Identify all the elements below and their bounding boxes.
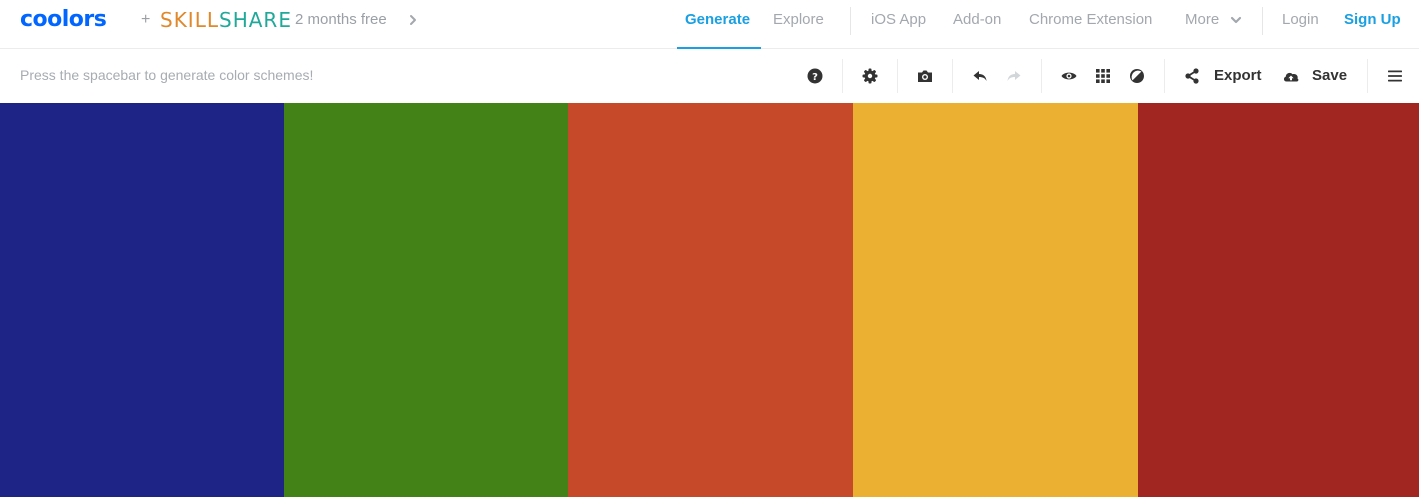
nav-explore[interactable]: Explore: [773, 11, 824, 29]
svg-text:?: ?: [812, 72, 818, 83]
eye-icon[interactable]: [1060, 67, 1078, 85]
share-icon[interactable]: [1183, 67, 1201, 85]
nav-ios-app[interactable]: iOS App: [871, 11, 926, 29]
color-swatch[interactable]: [0, 103, 284, 497]
help-icon[interactable]: ?: [806, 67, 824, 85]
export-button[interactable]: Export: [1214, 67, 1262, 85]
menu-icon[interactable]: [1386, 67, 1404, 85]
top-navigation: coolors + SKILLSHARE 2 months free Gener…: [0, 0, 1419, 49]
coolors-logo[interactable]: coolors: [20, 8, 107, 32]
contrast-icon[interactable]: [1128, 67, 1146, 85]
nav-divider: [1262, 7, 1263, 35]
camera-icon[interactable]: [916, 67, 934, 85]
grid-icon[interactable]: [1094, 67, 1112, 85]
nav-more[interactable]: More: [1185, 11, 1219, 29]
toolbar-divider: [897, 59, 898, 93]
toolbar-divider: [952, 59, 953, 93]
skillshare-logo-part1: SKILL: [160, 8, 219, 32]
promo-link[interactable]: 2 months free: [295, 11, 387, 29]
toolbar-divider: [842, 59, 843, 93]
redo-icon[interactable]: [1005, 67, 1023, 85]
color-swatch[interactable]: [1138, 103, 1419, 497]
undo-icon[interactable]: [971, 67, 989, 85]
nav-chrome-extension[interactable]: Chrome Extension: [1029, 11, 1152, 29]
plus-sign: +: [141, 11, 151, 28]
cloud-upload-icon[interactable]: [1282, 67, 1300, 85]
toolbar-divider: [1367, 59, 1368, 93]
nav-login[interactable]: Login: [1282, 11, 1319, 29]
color-swatch[interactable]: [853, 103, 1138, 497]
settings-icon[interactable]: [861, 67, 879, 85]
nav-generate[interactable]: Generate: [685, 11, 750, 29]
nav-addon[interactable]: Add-on: [953, 11, 1001, 29]
toolbar-divider: [1041, 59, 1042, 93]
nav-divider: [850, 7, 851, 35]
color-palette: [0, 103, 1419, 497]
skillshare-logo-part2: SHARE: [219, 8, 292, 32]
chevron-down-icon: [1230, 16, 1242, 24]
nav-signup[interactable]: Sign Up: [1344, 11, 1401, 29]
color-swatch[interactable]: [284, 103, 568, 497]
chevron-right-icon: [410, 15, 416, 25]
skillshare-logo[interactable]: SKILLSHARE: [160, 8, 292, 32]
toolbar: Press the spacebar to generate color sch…: [0, 49, 1419, 103]
save-button[interactable]: Save: [1312, 67, 1347, 85]
color-swatch[interactable]: [568, 103, 853, 497]
spacebar-hint: Press the spacebar to generate color sch…: [20, 67, 314, 83]
toolbar-divider: [1164, 59, 1165, 93]
